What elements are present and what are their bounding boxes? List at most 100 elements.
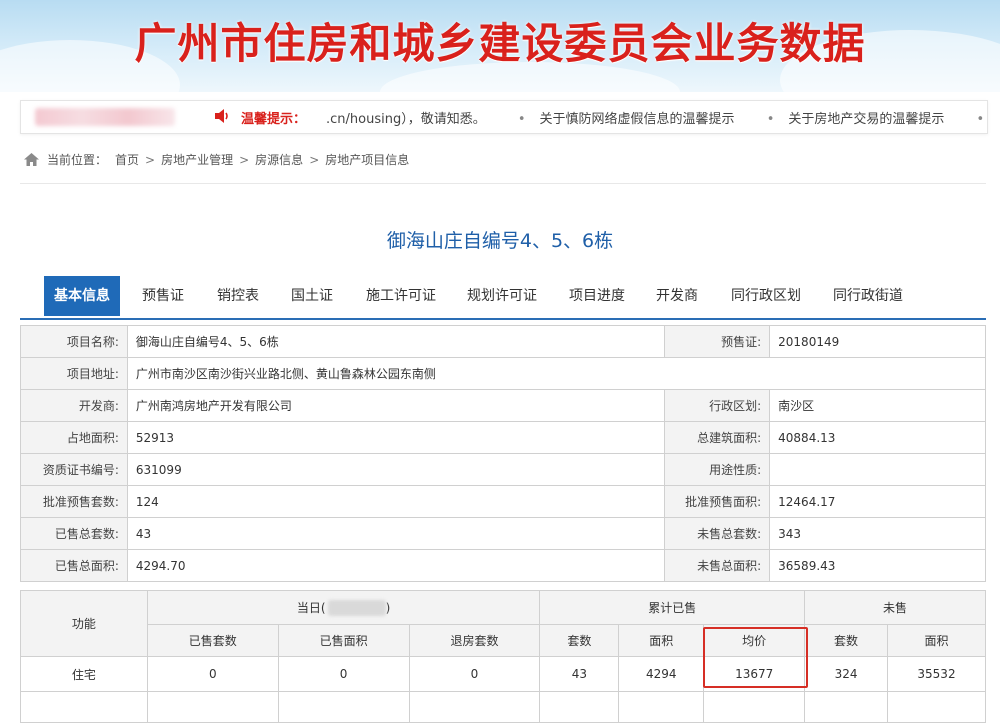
- address-label: 项目地址:: [20, 357, 128, 390]
- bullet-icon: •: [517, 112, 526, 127]
- unsold-area: 35532: [887, 656, 986, 692]
- tab-sales-control[interactable]: 销控表: [207, 276, 269, 316]
- table-row: 项目名称: 御海山庄自编号4、5、6栋 预售证: 20180149: [20, 325, 986, 358]
- tab-planning-permit[interactable]: 规划许可证: [457, 276, 547, 316]
- col-sold-units: 已售套数: [146, 624, 279, 657]
- divider: [20, 183, 986, 184]
- notice-item[interactable]: • 关于房地产交易的温馨提示: [767, 112, 959, 127]
- empty-cell: [539, 691, 620, 723]
- function-header: 功能: [20, 590, 148, 657]
- tab-presale-cert[interactable]: 预售证: [132, 276, 194, 316]
- table-row: 已售总面积: 4294.70 未售总面积: 36589.43: [20, 549, 986, 582]
- col-area: 面积: [618, 624, 705, 657]
- sold-units-label: 已售总套数:: [20, 517, 128, 550]
- developer-value: 广州南鸿房地产开发有限公司: [126, 389, 666, 422]
- usage-value: [769, 453, 986, 486]
- table-row: 占地面积: 52913 总建筑面积: 40884.13: [20, 421, 986, 454]
- empty-cell: [408, 691, 541, 723]
- breadcrumb-separator: >: [145, 153, 156, 167]
- bullet-icon: •: [976, 112, 985, 127]
- sold-units-value: 43: [126, 517, 666, 550]
- breadcrumb-current: 房地产项目信息: [325, 153, 410, 167]
- table-row: 住宅 0 0 0 43 4294 13677 324 35532: [20, 656, 986, 692]
- col-unsold-units: 套数: [804, 624, 889, 657]
- unsold-units-value: 343: [769, 517, 986, 550]
- approved-area-value: 12464.17: [769, 485, 986, 518]
- presale-label: 预售证:: [664, 325, 771, 358]
- notice-label: 温馨提示：: [241, 112, 307, 127]
- empty-cell: [887, 691, 986, 723]
- cum-area: 4294: [618, 656, 705, 692]
- table-row: 已售总套数: 43 未售总套数: 343: [20, 517, 986, 550]
- notice-item[interactable]: •关于: [976, 112, 987, 127]
- table-header-row: 已售套数 已售面积 退房套数 套数 面积 均价 套数 面积: [21, 624, 986, 657]
- project-name-value: 御海山庄自编号4、5、6栋: [126, 325, 666, 358]
- site-title: 广州市住房和城乡建设委员会业务数据: [134, 19, 866, 68]
- land-area-label: 占地面积:: [20, 421, 128, 454]
- home-icon: [24, 153, 39, 166]
- page-title: 御海山庄自编号4、5、6栋: [386, 230, 614, 252]
- sold-area-value: 4294.70: [126, 549, 666, 582]
- table-row: 资质证书编号: 631099 用途性质:: [20, 453, 986, 486]
- tab-same-street[interactable]: 同行政街道: [823, 276, 913, 316]
- district-value: 南沙区: [769, 389, 986, 422]
- table-row: [20, 691, 986, 723]
- row-type: 住宅: [20, 656, 148, 692]
- table-header-row: 功能 当日() 累计已售 未售: [20, 590, 986, 657]
- project-name-label: 项目名称:: [20, 325, 128, 358]
- cum-units: 43: [539, 656, 620, 692]
- empty-cell: [618, 691, 705, 723]
- today-returned-units: 0: [408, 656, 541, 692]
- today-sold-area: 0: [277, 656, 410, 692]
- breadcrumb-separator: >: [239, 153, 250, 167]
- breadcrumb-separator: >: [309, 153, 320, 167]
- notice-bar: 温馨提示： .cn/housing），敬请知悉。 • 关于慎防网络虚假信息的温馨提…: [20, 100, 988, 134]
- unsold-units: 324: [804, 656, 889, 692]
- sales-stats-table: 功能 当日() 累计已售 未售 已售套数 已售面积 退房套数 套数 面积 均价 …: [20, 590, 986, 723]
- tab-progress[interactable]: 项目进度: [559, 276, 635, 316]
- col-avg-price: 均价: [703, 624, 806, 657]
- table-row: 开发商: 广州南鸿房地产开发有限公司 行政区划: 南沙区: [20, 389, 986, 422]
- presale-value: 20180149: [769, 325, 986, 358]
- blurred-logo: [35, 108, 175, 126]
- col-unsold-area: 面积: [887, 624, 986, 657]
- project-info-table: 项目名称: 御海山庄自编号4、5、6栋 预售证: 20180149 项目地址: …: [20, 325, 987, 582]
- empty-cell: [146, 691, 279, 723]
- breadcrumb-housing[interactable]: 房源信息: [255, 153, 303, 167]
- usage-label: 用途性质:: [664, 453, 771, 486]
- today-header: 当日(): [146, 590, 541, 625]
- land-area-value: 52913: [126, 421, 666, 454]
- empty-cell: [277, 691, 410, 723]
- breadcrumb-home[interactable]: 首页: [115, 153, 139, 167]
- col-returned-units: 退房套数: [408, 624, 541, 657]
- cert-no-value: 631099: [126, 453, 666, 486]
- empty-cell: [804, 691, 889, 723]
- bullet-icon: •: [766, 112, 775, 127]
- tab-basic-info[interactable]: 基本信息: [44, 276, 120, 316]
- blurred-date: [327, 600, 386, 617]
- tab-same-district[interactable]: 同行政区划: [721, 276, 811, 316]
- header-banner: 广州市住房和城乡建设委员会业务数据: [0, 0, 1000, 92]
- cumulative-header: 累计已售: [539, 590, 806, 625]
- breadcrumb-real-estate[interactable]: 房地产业管理: [161, 153, 233, 167]
- empty-cell: [703, 691, 806, 723]
- tab-developer[interactable]: 开发商: [646, 276, 708, 316]
- total-build-area-value: 40884.13: [769, 421, 986, 454]
- notice-marquee: .cn/housing），敬请知悉。 • 关于慎防网络虚假信息的温馨提示 • 关于房…: [326, 108, 987, 127]
- unsold-units-label: 未售总套数:: [664, 517, 771, 550]
- approved-units-value: 124: [126, 485, 666, 518]
- notice-item[interactable]: .cn/housing），敬请知悉。: [326, 112, 500, 127]
- notice-item[interactable]: • 关于慎防网络虚假信息的温馨提示: [518, 112, 749, 127]
- today-sold-units: 0: [146, 656, 279, 692]
- cum-avg-price: 13677: [703, 656, 806, 692]
- sold-area-label: 已售总面积:: [20, 549, 128, 582]
- tab-land-cert[interactable]: 国土证: [281, 276, 343, 316]
- breadcrumb: 当前位置： 首页 > 房地产业管理 > 房源信息 > 房地产项目信息: [24, 151, 409, 168]
- empty-cell: [20, 691, 148, 723]
- table-row: 项目地址: 广州市南沙区南沙街兴业路北侧、黄山鲁森林公园东南侧: [20, 357, 987, 390]
- unsold-area-value: 36589.43: [769, 549, 986, 582]
- tab-construction-permit[interactable]: 施工许可证: [356, 276, 446, 316]
- tab-bar: 基本信息 预售证 销控表 国土证 施工许可证 规划许可证 项目进度 开发商 同行…: [20, 276, 986, 320]
- unsold-area-label: 未售总面积:: [664, 549, 771, 582]
- speaker-icon: [215, 109, 228, 123]
